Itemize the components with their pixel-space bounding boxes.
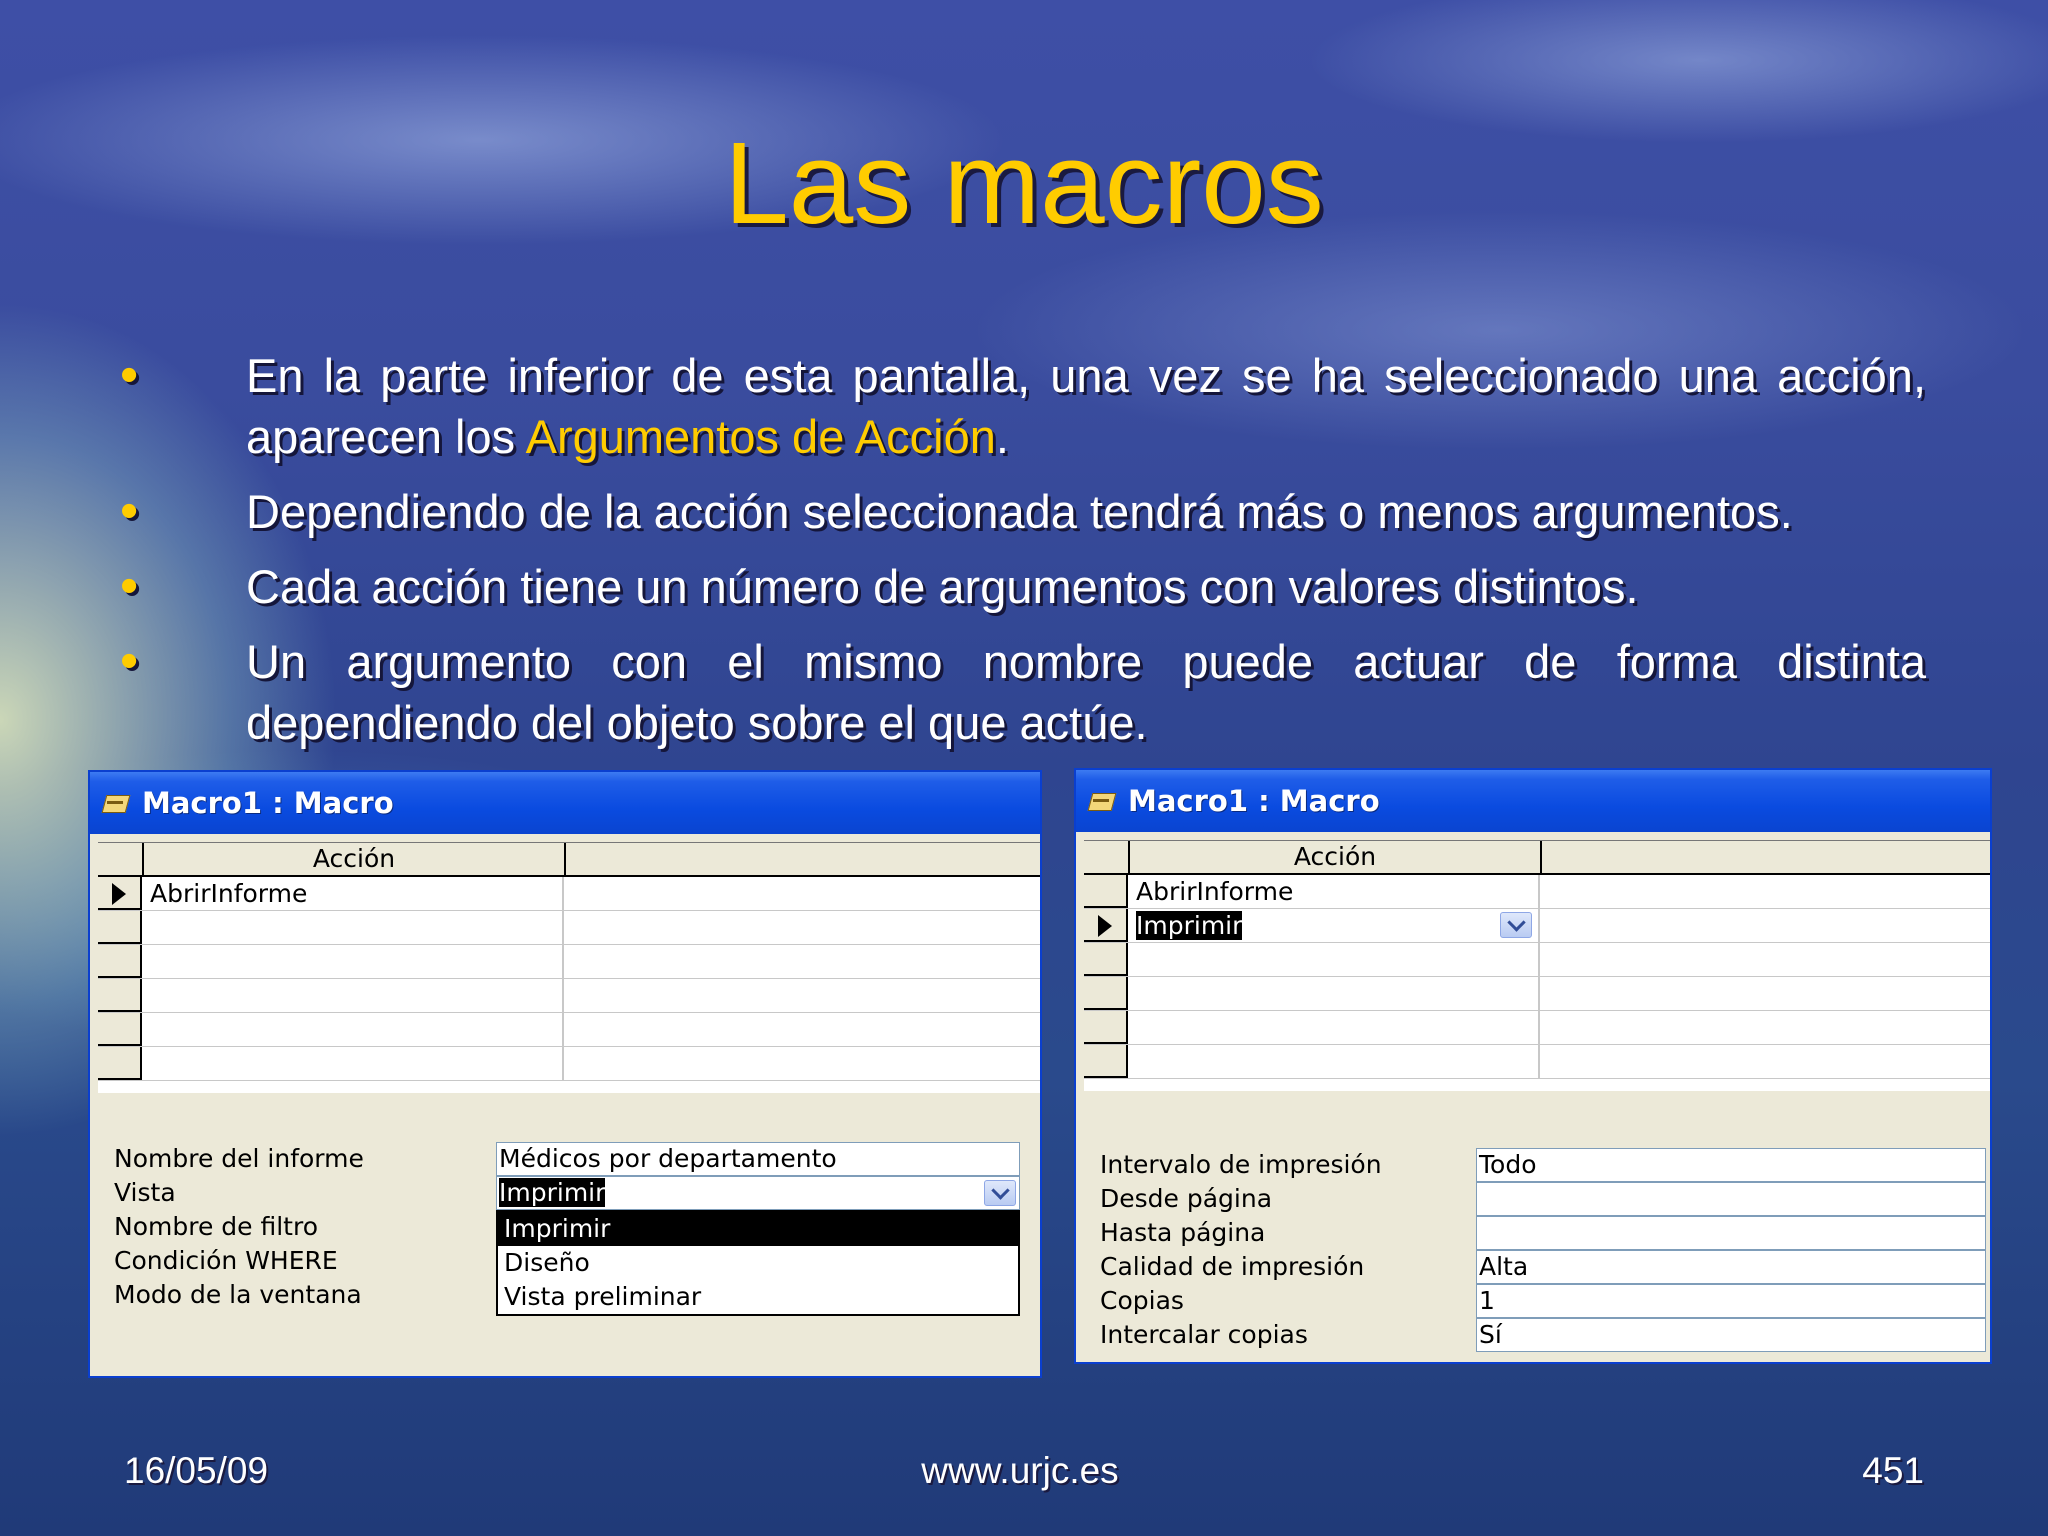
action-cell[interactable] xyxy=(144,911,564,944)
row-selector[interactable] xyxy=(1084,977,1128,1010)
view-combo[interactable]: Imprimir xyxy=(496,1176,1020,1210)
argument-label: Calidad de impresión xyxy=(1100,1252,1365,1281)
action-cell[interactable]: AbrirInforme xyxy=(1130,875,1540,908)
slide-title: Las macros xyxy=(724,118,1324,248)
window-title: Macro1 : Macro xyxy=(142,786,394,820)
argument-value-field[interactable]: Alta xyxy=(1476,1250,1986,1284)
argument-label: Nombre de filtro xyxy=(114,1212,318,1241)
action-cell[interactable] xyxy=(1130,977,1540,1010)
row-selector[interactable] xyxy=(1084,875,1128,908)
record-selector-arrow-icon xyxy=(1098,915,1112,937)
select-all-corner[interactable] xyxy=(98,843,144,875)
footer-page-number: 451 xyxy=(1862,1450,1924,1491)
grid-header: Acción xyxy=(98,843,1040,877)
action-cell[interactable] xyxy=(144,945,564,978)
bullet-item: Dependiendo de la acción seleccionada te… xyxy=(120,481,1926,542)
row-selector[interactable] xyxy=(98,911,142,944)
dropdown-option[interactable]: Vista preliminar xyxy=(498,1280,1018,1314)
bullet-item: Cada acción tiene un número de argumento… xyxy=(120,556,1926,617)
argument-value-field[interactable] xyxy=(1476,1182,1986,1216)
footer-url: www.urjc.es xyxy=(921,1450,1119,1491)
table-row[interactable] xyxy=(1084,1045,1990,1079)
table-row[interactable] xyxy=(98,979,1040,1013)
window-titlebar[interactable]: Macro1 : Macro xyxy=(1076,770,1990,832)
table-row[interactable] xyxy=(98,945,1040,979)
dropdown-option[interactable]: Diseño xyxy=(498,1246,1018,1280)
dropdown-option[interactable]: Imprimir xyxy=(498,1212,1018,1246)
action-arguments-panel: Nombre del informe Vista Nombre de filtr… xyxy=(90,1142,1040,1372)
window-titlebar[interactable]: Macro1 : Macro xyxy=(90,772,1040,834)
action-cell[interactable] xyxy=(1130,1011,1540,1044)
macro-window-icon xyxy=(1088,790,1114,812)
column-header-accion[interactable]: Acción xyxy=(144,843,566,875)
macro-action-grid: Acción AbrirInforme xyxy=(98,842,1040,1093)
argument-value-field[interactable] xyxy=(1476,1216,1986,1250)
action-cell[interactable] xyxy=(144,1047,564,1080)
argument-label: Condición WHERE xyxy=(114,1246,338,1275)
table-row[interactable]: AbrirInforme xyxy=(98,877,1040,911)
table-row[interactable] xyxy=(1084,977,1990,1011)
action-arguments-panel: Intervalo de impresión Desde página Hast… xyxy=(1076,1148,1990,1358)
action-cell[interactable] xyxy=(144,1013,564,1046)
row-selector[interactable] xyxy=(1084,1011,1128,1044)
table-row[interactable] xyxy=(98,911,1040,945)
chevron-down-icon[interactable] xyxy=(1500,912,1532,938)
select-all-corner[interactable] xyxy=(1084,841,1130,873)
row-selector[interactable] xyxy=(98,979,142,1012)
table-row[interactable] xyxy=(98,1013,1040,1047)
argument-label: Modo de la ventana xyxy=(114,1280,362,1309)
argument-label: Hasta página xyxy=(1100,1218,1266,1247)
argument-label: Nombre del informe xyxy=(114,1144,364,1173)
row-selector[interactable] xyxy=(98,877,142,910)
table-row[interactable]: AbrirInforme xyxy=(1084,875,1990,909)
table-row[interactable] xyxy=(98,1047,1040,1081)
column-header-accion[interactable]: Acción xyxy=(1130,841,1542,873)
argument-label: Copias xyxy=(1100,1286,1184,1315)
highlighted-term: Argumentos de Acción xyxy=(525,410,996,463)
row-selector[interactable] xyxy=(1084,1045,1128,1078)
argument-label: Intercalar copias xyxy=(1100,1320,1308,1349)
macro-action-grid: Acción AbrirInforme Imprimir xyxy=(1084,840,1990,1091)
view-dropdown-list[interactable]: Imprimir Diseño Vista preliminar xyxy=(496,1210,1020,1316)
argument-label: Vista xyxy=(114,1178,176,1207)
table-row[interactable] xyxy=(1084,1011,1990,1045)
argument-value-field[interactable]: Todo xyxy=(1476,1148,1986,1182)
argument-label: Desde página xyxy=(1100,1184,1273,1213)
action-cell[interactable] xyxy=(1130,943,1540,976)
macro-window-right: Macro1 : Macro Acción AbrirInforme Impri… xyxy=(1074,768,1992,1364)
report-name-field[interactable]: Médicos por departamento xyxy=(496,1142,1020,1176)
bullet-item: Un argumento con el mismo nombre puede a… xyxy=(120,631,1926,753)
macro-window-left: Macro1 : Macro Acción AbrirInforme Nombr… xyxy=(88,770,1042,1378)
row-selector[interactable] xyxy=(98,945,142,978)
table-row[interactable]: Imprimir xyxy=(1084,909,1990,943)
action-cell[interactable]: AbrirInforme xyxy=(144,877,564,910)
bullet-item: En la parte inferior de esta pantalla, u… xyxy=(120,345,1926,467)
grid-header: Acción xyxy=(1084,841,1990,875)
argument-value-field[interactable]: Sí xyxy=(1476,1318,1986,1352)
action-combo-cell[interactable]: Imprimir xyxy=(1130,909,1540,942)
bullet-list: En la parte inferior de esta pantalla, u… xyxy=(120,345,1926,767)
row-selector[interactable] xyxy=(1084,943,1128,976)
record-selector-arrow-icon xyxy=(112,883,126,905)
action-cell[interactable] xyxy=(144,979,564,1012)
action-cell[interactable] xyxy=(1130,1045,1540,1078)
window-title: Macro1 : Macro xyxy=(1128,784,1380,818)
argument-label: Intervalo de impresión xyxy=(1100,1150,1382,1179)
row-selector[interactable] xyxy=(1084,909,1128,942)
row-selector[interactable] xyxy=(98,1047,142,1080)
action-combo-value: Imprimir xyxy=(1136,911,1243,940)
chevron-down-icon[interactable] xyxy=(984,1180,1016,1206)
row-selector[interactable] xyxy=(98,1013,142,1046)
view-combo-value: Imprimir xyxy=(499,1178,606,1207)
argument-value-field[interactable]: 1 xyxy=(1476,1284,1986,1318)
macro-window-icon xyxy=(102,792,128,814)
table-row[interactable] xyxy=(1084,943,1990,977)
